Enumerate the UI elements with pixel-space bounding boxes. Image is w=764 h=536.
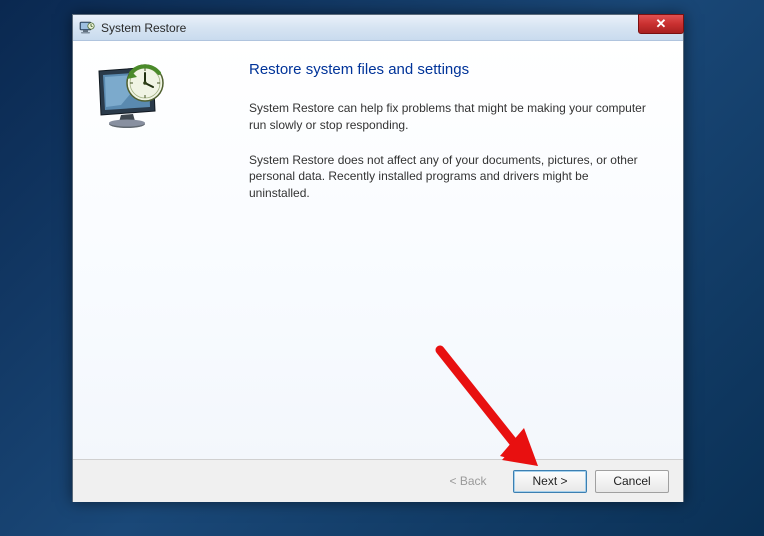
content-area: Restore system files and settings System… xyxy=(73,41,683,459)
main-content: Restore system files and settings System… xyxy=(243,41,683,459)
window-title: System Restore xyxy=(101,21,186,35)
back-button: < Back xyxy=(431,470,505,493)
next-button[interactable]: Next > xyxy=(513,470,587,493)
sidebar xyxy=(73,41,243,459)
cancel-button[interactable]: Cancel xyxy=(595,470,669,493)
close-icon: ✕ xyxy=(656,16,667,32)
app-icon xyxy=(79,20,95,36)
titlebar: System Restore ✕ xyxy=(73,15,683,41)
page-heading: Restore system files and settings xyxy=(249,61,647,78)
description-2: System Restore does not affect any of yo… xyxy=(249,152,647,202)
system-restore-window: System Restore ✕ xyxy=(72,14,684,502)
close-button[interactable]: ✕ xyxy=(638,14,684,34)
button-bar: < Back Next > Cancel xyxy=(73,459,683,502)
restore-monitor-icon xyxy=(91,61,171,133)
description-1: System Restore can help fix problems tha… xyxy=(249,100,647,134)
